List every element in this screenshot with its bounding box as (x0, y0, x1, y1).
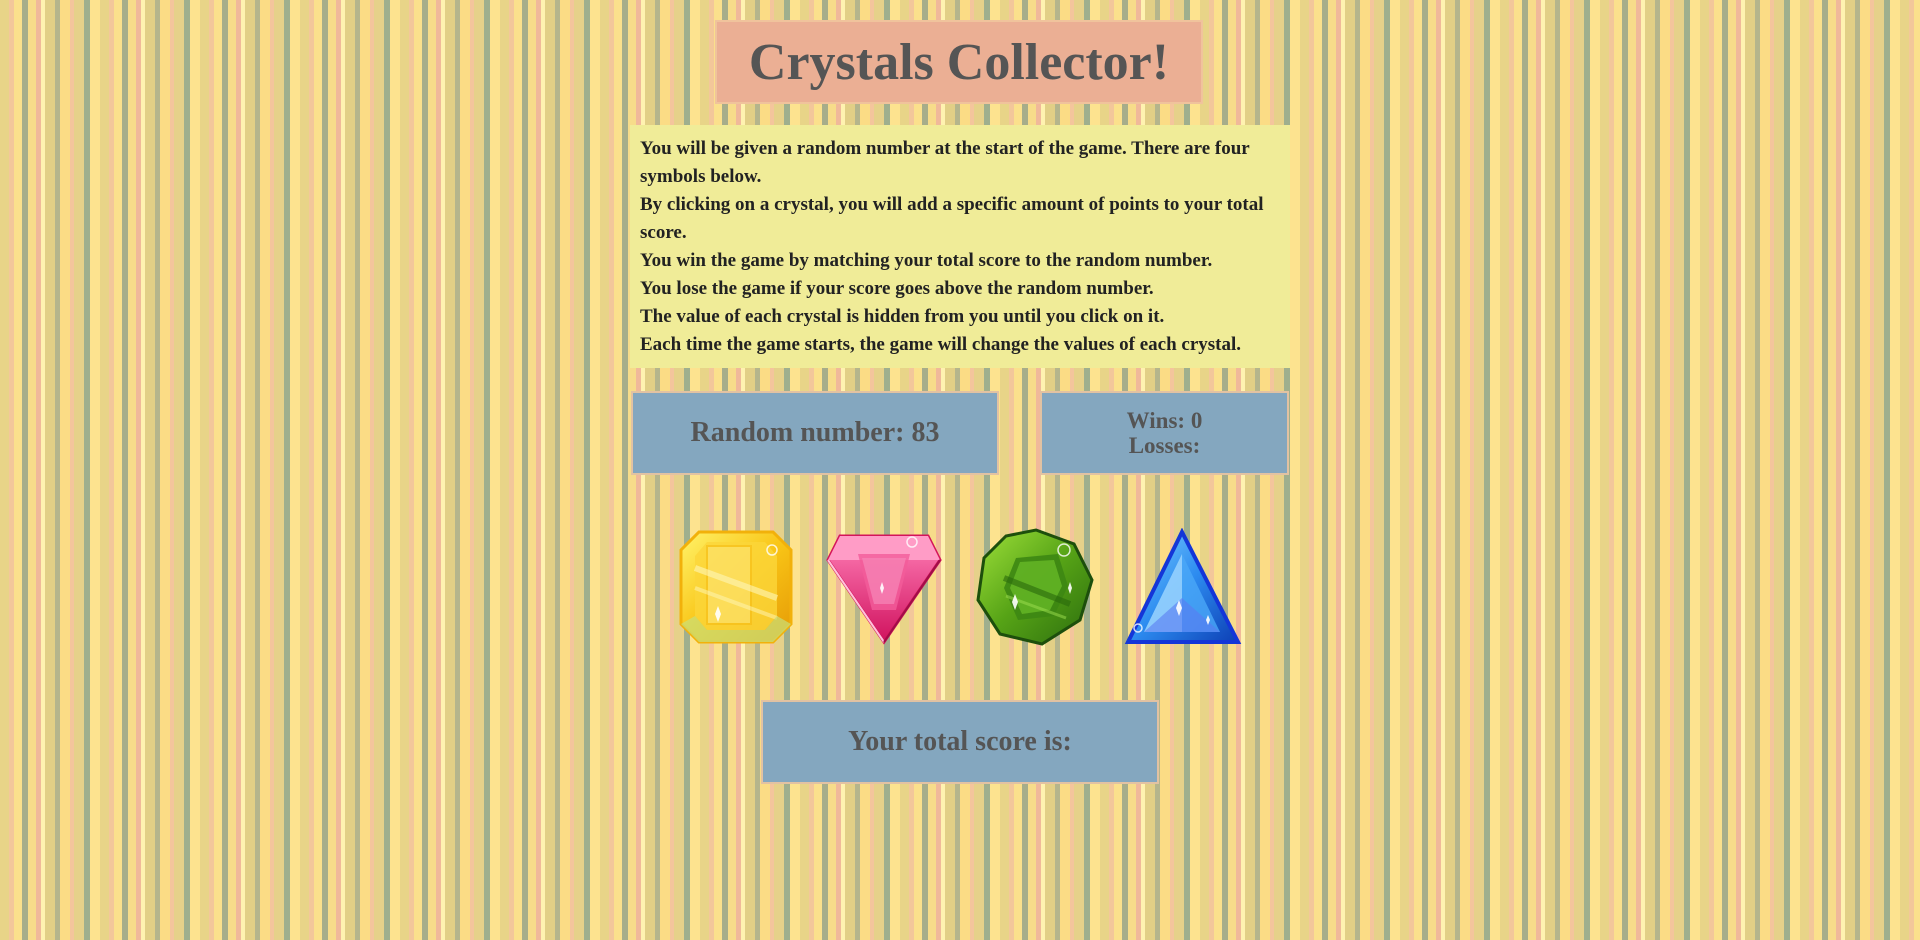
yellow-crystal-button[interactable] (677, 528, 797, 646)
blue-crystal-button[interactable] (1124, 528, 1244, 646)
losses-label: Losses: (1128, 433, 1201, 458)
stats-panel: Wins: 0 Losses: (1040, 391, 1289, 475)
instruction-line: By clicking on a crystal, you will add a… (640, 194, 1264, 243)
instruction-line: Each time the game starts, the game will… (640, 334, 1242, 355)
pink-diamond-gem-icon (826, 534, 942, 645)
random-number-value: 83 (911, 417, 940, 448)
instruction-line: You win the game by matching your total … (640, 250, 1213, 271)
total-score-label: Your total score is: (848, 726, 1072, 757)
wins-label: Wins: (1126, 408, 1191, 433)
wins-value: 0 (1190, 408, 1203, 433)
title-banner: Crystals Collector! (715, 20, 1203, 104)
blue-triangle-gem-icon (1124, 528, 1242, 644)
page-title: Crystals Collector! (748, 33, 1170, 91)
pink-crystal-button[interactable] (824, 528, 944, 646)
green-crystal-button[interactable] (976, 528, 1096, 646)
total-score-panel: Your total score is: (761, 700, 1159, 784)
instruction-line: The value of each crystal is hidden from… (640, 306, 1165, 327)
random-number-panel: Random number: 83 (631, 391, 999, 475)
wins-row: Wins: 0 (1127, 408, 1203, 433)
yellow-octagon-gem-icon (679, 530, 793, 644)
instructions-box: You will be given a random number at the… (630, 125, 1290, 368)
losses-row: Losses: (1129, 433, 1201, 458)
instruction-line: You will be given a random number at the… (640, 138, 1250, 187)
random-number-label: Random number: (690, 417, 912, 448)
instruction-line: You lose the game if your score goes abo… (640, 278, 1154, 299)
green-octagon-gem-icon (976, 528, 1094, 646)
